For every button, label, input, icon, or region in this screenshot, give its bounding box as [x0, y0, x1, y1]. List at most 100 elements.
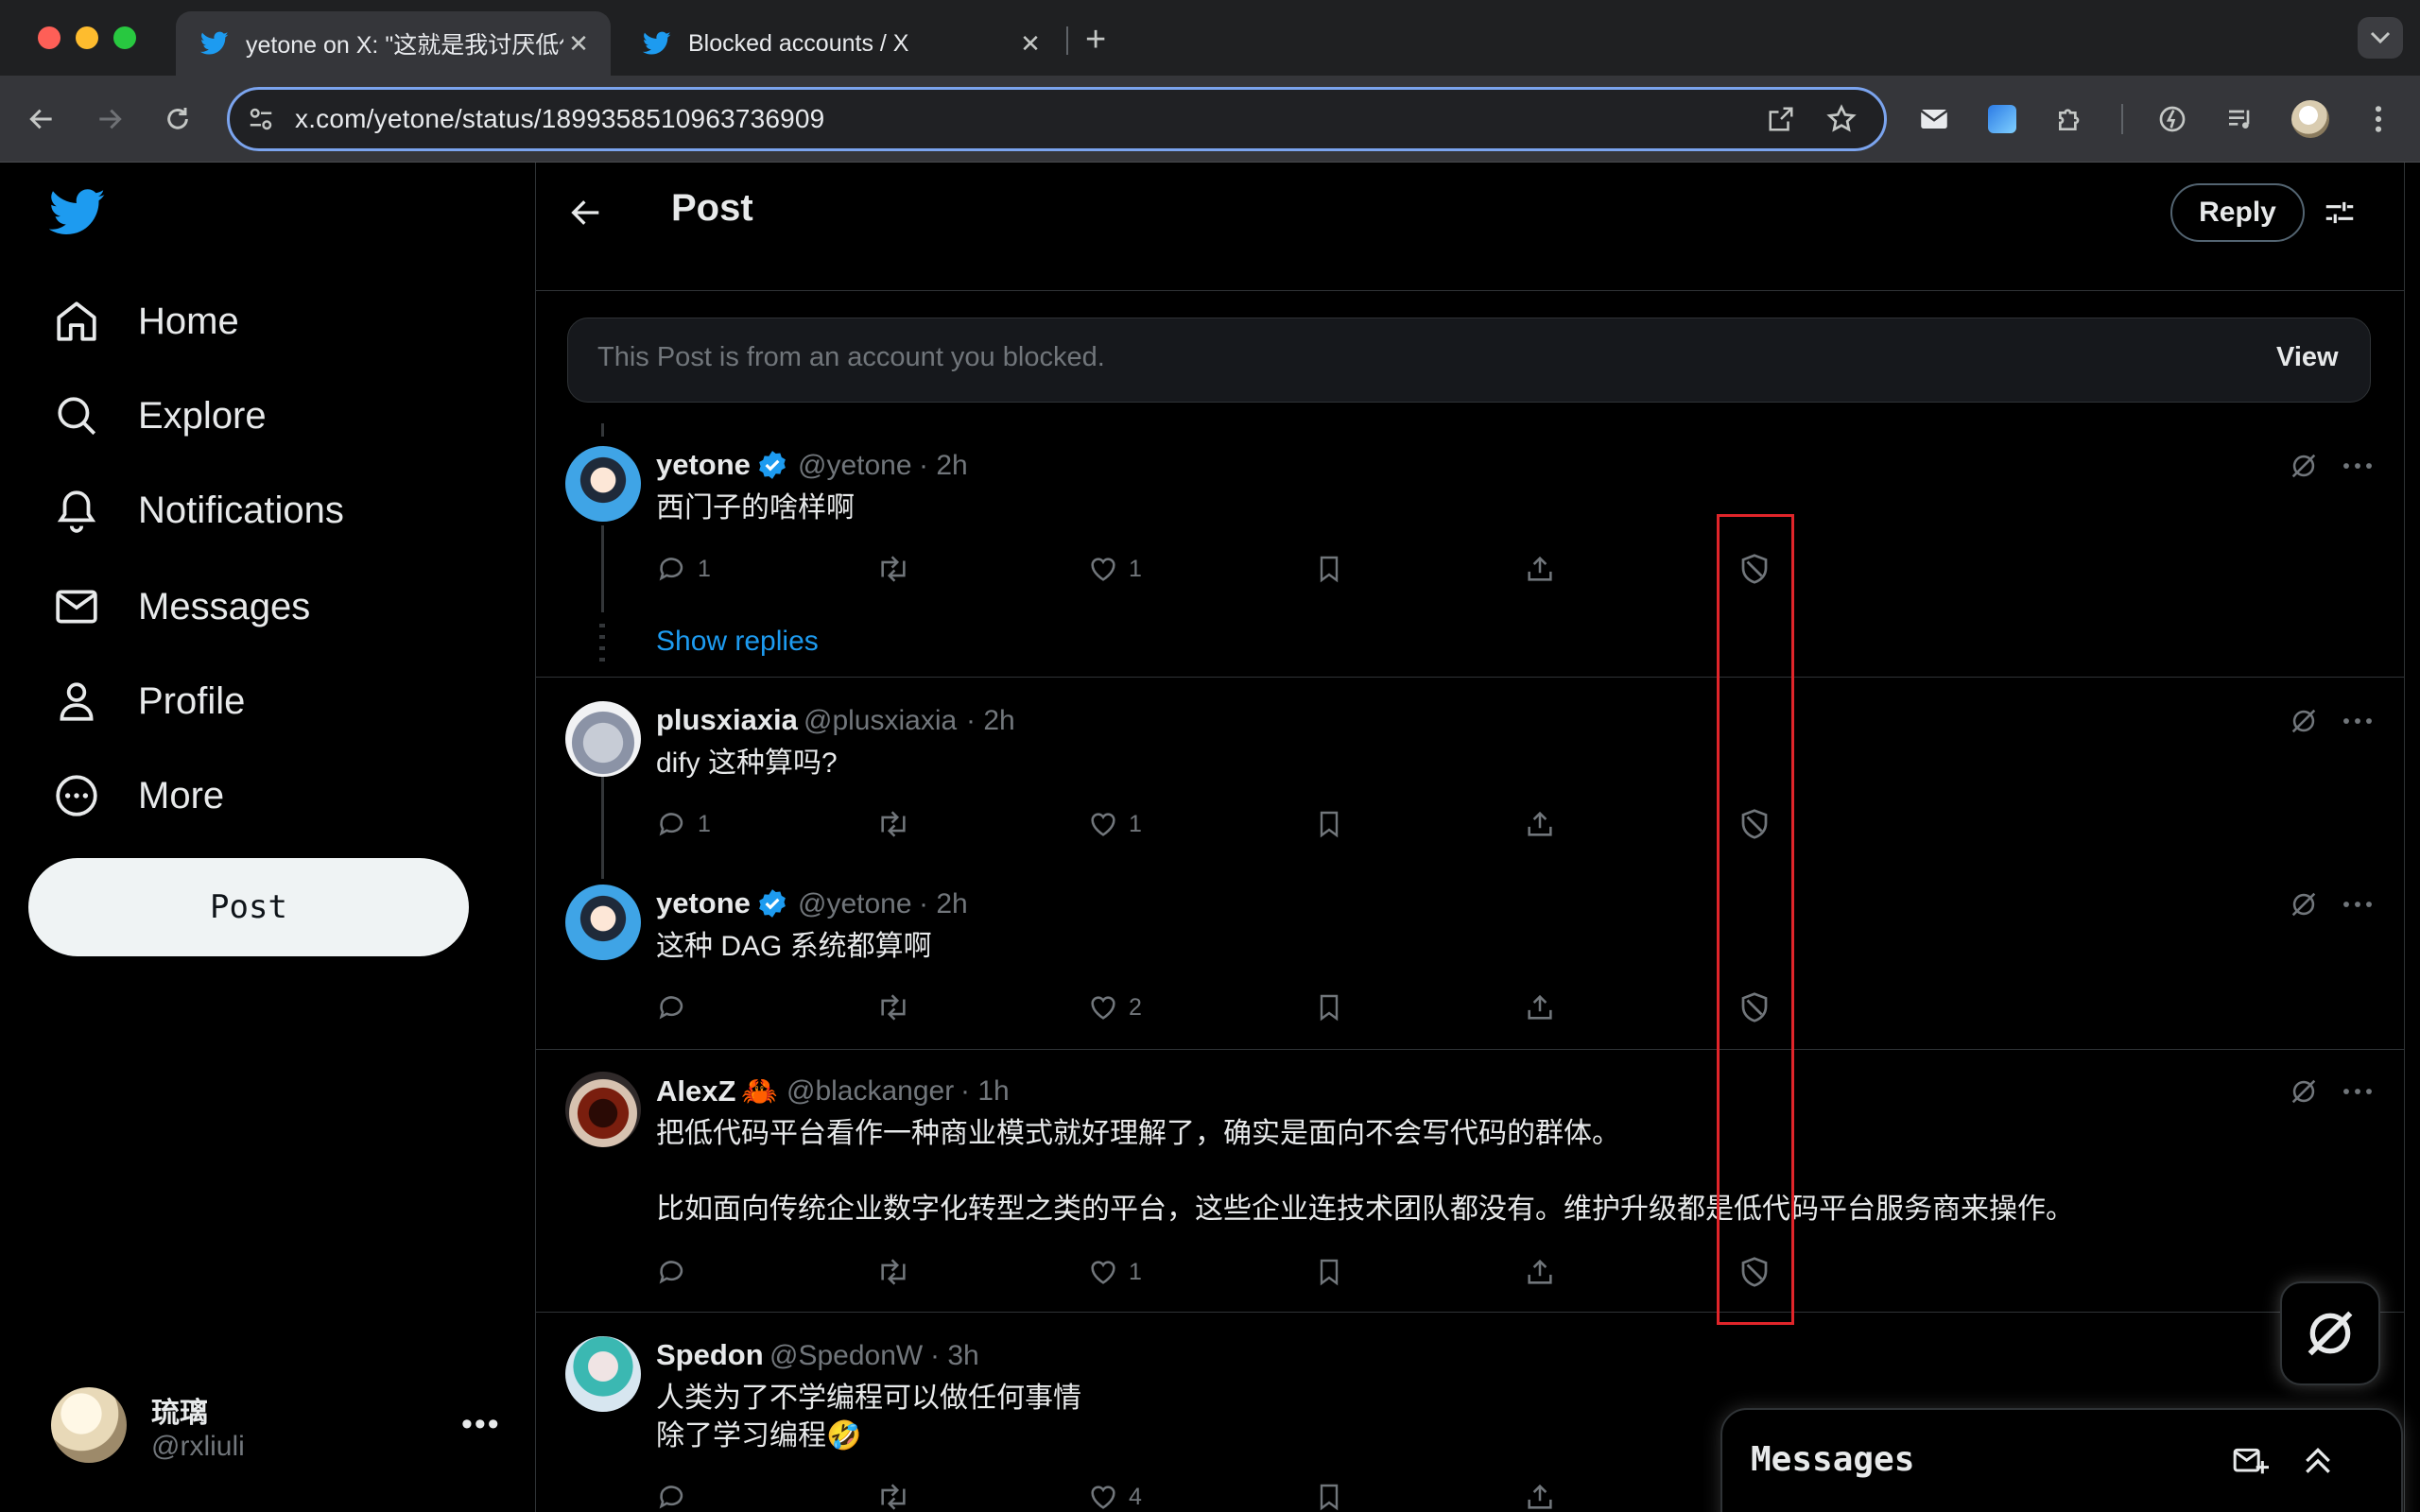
close-window-button[interactable]	[38, 26, 60, 49]
more-options-icon[interactable]	[2342, 1087, 2373, 1096]
tweet-time[interactable]: · 1h	[960, 1075, 1010, 1108]
avatar[interactable]	[51, 1387, 127, 1463]
performance-icon[interactable]	[2153, 100, 2191, 138]
share-button[interactable]	[1524, 988, 1556, 1026]
avatar[interactable]	[565, 701, 641, 777]
profile-avatar-icon[interactable]	[2291, 100, 2329, 138]
site-info-icon[interactable]	[242, 100, 280, 138]
zoom-window-button[interactable]	[113, 26, 136, 49]
grok-explain-icon[interactable]	[2288, 705, 2320, 737]
twitter-logo-icon[interactable]	[49, 189, 106, 236]
tab-search-button[interactable]	[2358, 17, 2403, 59]
retweet-button[interactable]	[875, 1253, 921, 1291]
browser-menu-icon[interactable]	[2360, 100, 2397, 138]
sidebar-item-messages[interactable]: Messages	[51, 569, 310, 644]
show-replies-link[interactable]: Show replies	[656, 626, 819, 658]
mail-extension-icon[interactable]	[1915, 100, 1953, 138]
page-title: Post	[671, 187, 753, 229]
like-button[interactable]: 1	[1087, 1253, 1142, 1291]
tweet-handle[interactable]: @SpedonW	[769, 1340, 923, 1372]
retweet-button[interactable]	[875, 988, 921, 1026]
avatar[interactable]	[565, 1336, 641, 1412]
retweet-button[interactable]	[875, 805, 921, 843]
sidebar-item-explore[interactable]: Explore	[51, 378, 267, 454]
tweet-author[interactable]: yetone	[656, 448, 788, 482]
more-options-icon[interactable]	[2342, 716, 2373, 726]
filter-settings-icon[interactable]	[2322, 195, 2358, 231]
grok-explain-icon[interactable]	[2288, 450, 2320, 482]
comment-button[interactable]	[656, 988, 698, 1026]
reload-icon[interactable]	[159, 100, 197, 138]
share-button[interactable]	[1524, 805, 1556, 843]
close-tab-icon[interactable]: ✕	[563, 29, 594, 59]
retweet-button[interactable]	[875, 550, 921, 588]
back-icon[interactable]	[23, 100, 60, 138]
avatar[interactable]	[565, 446, 641, 522]
tweet-time[interactable]: · 3h	[930, 1340, 979, 1372]
share-icon	[1524, 1481, 1556, 1512]
share-button[interactable]	[1524, 1253, 1556, 1291]
more-options-icon[interactable]	[2342, 900, 2373, 909]
like-button[interactable]: 1	[1087, 550, 1142, 588]
tweet-handle[interactable]: @plusxiaxia	[804, 705, 957, 737]
grok-button[interactable]	[2280, 1281, 2380, 1385]
grok-explain-icon[interactable]	[2288, 1075, 2320, 1108]
tweet-author[interactable]: AlexZ 🦀	[656, 1074, 778, 1108]
comment-button[interactable]: 1	[656, 550, 711, 588]
bookmark-button[interactable]	[1314, 1253, 1344, 1291]
grok-explain-icon[interactable]	[2288, 888, 2320, 920]
tweet-author[interactable]: Spedon	[656, 1338, 764, 1372]
media-control-icon[interactable]	[2221, 100, 2259, 138]
back-arrow-icon[interactable]	[567, 194, 605, 232]
url-text[interactable]: x.com/yetone/status/1899358510963736909	[295, 100, 824, 138]
person-icon	[51, 676, 102, 727]
share-button[interactable]	[1524, 1478, 1556, 1512]
blue-extension-icon[interactable]	[1983, 100, 2021, 138]
expand-up-icon[interactable]	[2299, 1442, 2337, 1480]
like-button[interactable]: 4	[1087, 1478, 1142, 1512]
open-in-app-icon[interactable]	[1762, 100, 1800, 138]
new-tab-icon[interactable]: +	[1085, 21, 1106, 59]
verified-badge-icon	[759, 889, 786, 918]
comment-button[interactable]	[656, 1478, 698, 1512]
post-button[interactable]: Post	[28, 858, 469, 956]
more-options-icon[interactable]	[2342, 461, 2373, 471]
retweet-button[interactable]	[875, 1478, 921, 1512]
bookmark-button[interactable]	[1314, 550, 1344, 588]
sidebar-item-notifications[interactable]: Notifications	[51, 472, 344, 548]
view-blocked-post-button[interactable]: View	[2276, 342, 2339, 373]
tweet-time[interactable]: · 2h	[919, 450, 968, 482]
close-tab-icon[interactable]: ✕	[1015, 29, 1046, 59]
sidebar-item-home[interactable]: Home	[51, 284, 239, 359]
tweet-handle[interactable]: @yetone	[798, 888, 912, 920]
browser-tab[interactable]: Blocked accounts / X ✕	[618, 11, 1063, 76]
tweet-author[interactable]: plusxiaxia	[656, 703, 798, 737]
share-button[interactable]	[1524, 550, 1556, 588]
new-message-icon[interactable]	[2231, 1442, 2269, 1480]
sidebar-item-profile[interactable]: Profile	[51, 663, 245, 739]
browser-tab-active[interactable]: yetone on X: "这就是我讨厌低代 ✕	[176, 11, 611, 76]
like-button[interactable]: 2	[1087, 988, 1142, 1026]
divider	[536, 677, 2404, 678]
tweet-time[interactable]: · 2h	[966, 705, 1015, 737]
comment-button[interactable]	[656, 1253, 698, 1291]
comment-button[interactable]: 1	[656, 805, 711, 843]
avatar[interactable]	[565, 885, 641, 960]
avatar[interactable]	[565, 1072, 641, 1147]
tweet-handle[interactable]: @yetone	[798, 450, 912, 482]
extensions-puzzle-icon[interactable]	[2051, 100, 2089, 138]
tweet-author[interactable]: yetone	[656, 886, 788, 920]
minimize-window-button[interactable]	[76, 26, 98, 49]
like-button[interactable]: 1	[1087, 805, 1142, 843]
bookmark-star-icon[interactable]	[1823, 100, 1860, 138]
tweet-handle[interactable]: @blackanger	[786, 1075, 954, 1108]
bookmark-button[interactable]	[1314, 988, 1344, 1026]
bookmark-button[interactable]	[1314, 805, 1344, 843]
forward-icon[interactable]	[91, 100, 129, 138]
highlight-annotation-box	[1717, 514, 1794, 1325]
tweet-time[interactable]: · 2h	[919, 888, 968, 920]
bookmark-button[interactable]	[1314, 1478, 1344, 1512]
reply-button[interactable]: Reply	[2170, 183, 2305, 242]
sidebar-item-more[interactable]: More	[51, 758, 224, 833]
more-dots-icon[interactable]: •••	[461, 1406, 501, 1443]
